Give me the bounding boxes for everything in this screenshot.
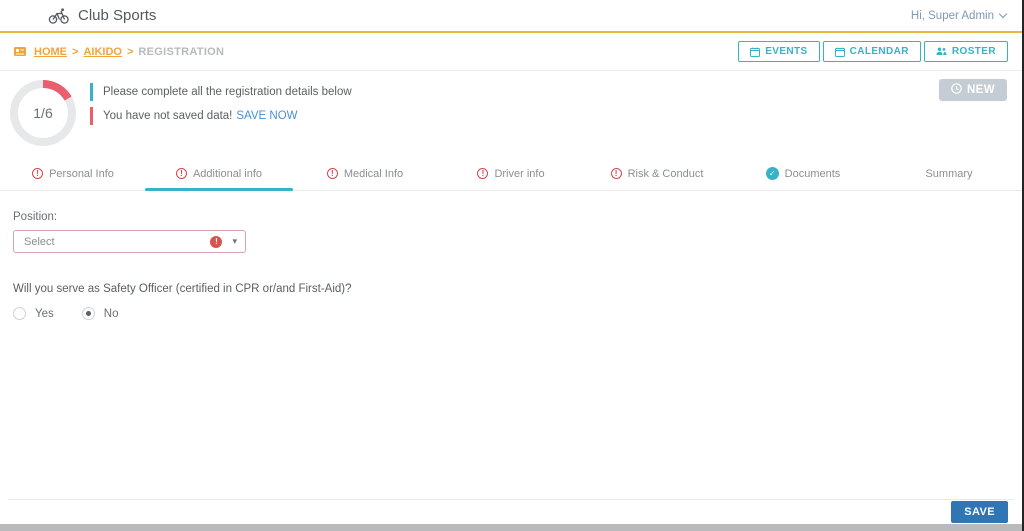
footer-divider [8,499,1014,500]
brand: Club Sports [48,7,156,24]
breadcrumb-registration: REGISTRATION [138,45,225,58]
error-status-icon [175,168,187,179]
save-now-link[interactable]: SAVE NOW [236,110,297,122]
breadcrumb-separator: > [126,45,134,58]
tab-summary[interactable]: Summary [876,157,1022,190]
calendar-icon [834,47,845,57]
events-button[interactable]: EVENTS [738,41,820,62]
tab-personal-info[interactable]: Personal Info [0,157,146,190]
roster-button[interactable]: ROSTER [923,41,1008,62]
tab-additional-info[interactable]: Additional info [146,157,292,190]
app-title: Club Sports [78,7,157,24]
alert-unsaved: You have not saved data! SAVE NOW [90,107,352,125]
window-bottom-edge [0,524,1022,531]
id-card-icon [14,46,26,57]
tab-label: Risk & Conduct [627,167,704,180]
error-status-icon [32,168,44,179]
breadcrumb-aikido[interactable]: AIKIDO [83,46,122,58]
error-status-icon [326,168,338,179]
roster-button-label: ROSTER [951,46,996,57]
save-button[interactable]: SAVE [951,501,1008,523]
alert-bar [90,83,93,101]
tab-label: Documents [784,167,841,180]
top-header: Club Sports Hi, Super Admin [0,0,1022,33]
tab-label: Personal Info [49,167,114,180]
registration-status-section: 1/6 Please complete all the registration… [0,71,1022,157]
chevron-down-icon: ▾ [232,236,237,246]
breadcrumb-row: HOME > AIKIDO > REGISTRATION EVENTS CALE… [0,33,1022,71]
check-status-icon [765,167,779,180]
position-select[interactable]: Select ! ▾ [13,230,246,253]
calendar-icon [750,47,761,57]
tab-label: Medical Info [343,167,404,180]
tab-documents[interactable]: Documents [730,157,876,190]
error-status-icon [610,168,622,179]
chevron-down-icon [998,9,1008,19]
alert-unsaved-text: You have not saved data! [103,110,233,122]
safety-officer-question: Will you serve as Safety Officer (certif… [13,283,352,295]
toolbar: EVENTS CALENDAR ROSTER [738,41,1008,62]
registration-tabs: Personal Info Additional info Medical In… [0,157,1022,191]
tab-label: Summary [925,167,973,180]
radio-circle [13,307,26,320]
tab-label: Driver info [494,167,545,180]
radio-circle [81,307,95,320]
people-icon [936,47,947,56]
tab-medical-info[interactable]: Medical Info [292,157,438,190]
tab-label: Additional info [192,167,263,180]
breadcrumb: HOME > AIKIDO > REGISTRATION [14,46,224,58]
clock-icon [951,83,962,97]
breadcrumb-separator: > [72,45,79,58]
calendar-button-label: CALENDAR [849,46,909,57]
error-icon: ! [210,235,223,248]
safety-officer-options: Yes No [13,307,1008,320]
position-label: Position: [13,211,58,223]
alert-bar [90,107,93,125]
alert-info-text: Please complete all the registration det… [103,86,352,98]
events-button-label: EVENTS [765,46,808,57]
breadcrumb-home[interactable]: HOME [34,46,67,58]
user-menu-label: Hi, Super Admin [910,9,994,22]
radio-yes-label: Yes [35,307,54,320]
progress-label: 1/6 [33,105,53,121]
tab-driver-info[interactable]: Driver info [438,157,584,190]
progress-donut: 1/6 [10,80,76,146]
position-select-value: Select [24,235,55,248]
radio-no-label: No [103,307,119,320]
alert-info: Please complete all the registration det… [90,83,352,101]
club-sports-page: Club Sports Hi, Super Admin HOME > AIKID… [0,0,1024,531]
new-button[interactable]: NEW [938,79,1007,101]
bicycle-icon [48,7,70,24]
error-status-icon [477,168,489,179]
radio-no[interactable]: No [81,307,119,320]
additional-info-form: Position: Select ! ▾ Will you serve as S… [0,191,1022,320]
alerts: Please complete all the registration det… [90,83,352,125]
new-button-label: NEW [966,84,995,96]
user-menu[interactable]: Hi, Super Admin [910,9,1008,22]
calendar-button[interactable]: CALENDAR [822,41,921,62]
tab-risk-conduct[interactable]: Risk & Conduct [584,157,730,190]
radio-yes[interactable]: Yes [13,307,54,320]
